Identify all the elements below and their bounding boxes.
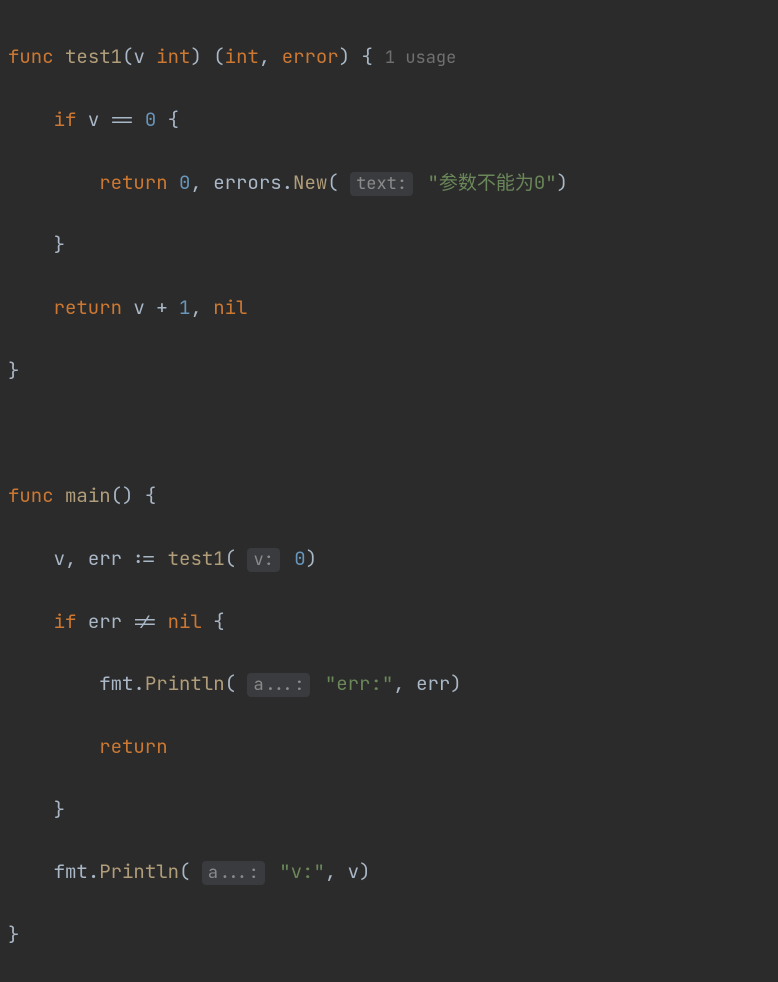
paren: (	[122, 44, 133, 69]
code-line[interactable]: v, err := test1( v: 0)	[8, 543, 778, 574]
keyword-return: return	[54, 295, 122, 320]
assign-op: :=	[133, 546, 156, 571]
comma: ,	[393, 671, 404, 696]
return-type: error	[282, 44, 339, 69]
code-line[interactable]: return 0, errors.New( text: "参数不能为0")	[8, 167, 778, 198]
dot: .	[88, 859, 99, 884]
param-hint-v[interactable]: v:	[247, 548, 279, 572]
var-v: v	[54, 546, 65, 571]
number: 0	[145, 107, 156, 132]
paren: (	[327, 170, 338, 195]
keyword-return: return	[99, 170, 167, 195]
code-line[interactable]: }	[8, 355, 778, 386]
code-line[interactable]: return	[8, 731, 778, 762]
number: 1	[179, 295, 190, 320]
usage-hint[interactable]: 1 usage	[373, 47, 456, 69]
number: 0	[294, 546, 305, 571]
keyword-func: func	[8, 483, 54, 508]
method-println: Println	[99, 859, 179, 884]
paren: ()	[111, 483, 134, 508]
code-line[interactable]: func test1(v int) (int, error) {1 usage	[8, 41, 778, 72]
param-hint-text[interactable]: text:	[350, 172, 413, 196]
operator: +	[156, 295, 167, 320]
keyword-if: if	[54, 107, 77, 132]
dot: .	[282, 170, 293, 195]
keyword-func: func	[8, 44, 54, 69]
paren: )	[359, 859, 370, 884]
comma: ,	[190, 295, 201, 320]
nil: nil	[168, 609, 202, 634]
paren: (	[225, 546, 236, 571]
param-hint-a[interactable]: a...:	[202, 861, 265, 885]
brace: {	[213, 609, 224, 634]
var-err: err	[88, 609, 122, 634]
keyword-if: if	[54, 609, 77, 634]
package-fmt: fmt	[99, 671, 133, 696]
paren: )	[557, 170, 568, 195]
func-call-test1: test1	[168, 546, 225, 571]
code-line[interactable]: fmt.Println( a...: "err:", err)	[8, 668, 778, 699]
var-v: v	[348, 859, 359, 884]
operator: !=	[133, 609, 156, 634]
param-hint-a[interactable]: a...:	[247, 673, 310, 697]
brace: }	[8, 358, 19, 383]
comma: ,	[65, 546, 76, 571]
brace: {	[145, 483, 156, 508]
nil: nil	[213, 295, 247, 320]
code-line[interactable]: }	[8, 229, 778, 260]
code-line[interactable]: fmt.Println( a...: "v:", v)	[8, 856, 778, 887]
string-literal: "v:"	[279, 859, 325, 884]
paren: )	[306, 546, 317, 571]
return-type: int	[225, 44, 259, 69]
paren: (	[213, 44, 224, 69]
code-line[interactable]: if v == 0 {	[8, 104, 778, 135]
func-name-test1: test1	[65, 44, 122, 69]
brace: }	[8, 922, 19, 947]
package-fmt: fmt	[54, 859, 88, 884]
func-name-main: main	[65, 483, 111, 508]
code-line[interactable]: }	[8, 794, 778, 825]
dot: .	[133, 671, 144, 696]
param-type: int	[156, 44, 190, 69]
paren: )	[450, 671, 461, 696]
string-literal: "err:"	[325, 671, 393, 696]
code-line[interactable]: }	[8, 919, 778, 950]
brace: {	[362, 44, 373, 69]
var-err: err	[88, 546, 122, 571]
number: 0	[179, 170, 190, 195]
code-editor[interactable]: func test1(v int) (int, error) {1 usage …	[0, 10, 778, 982]
method-println: Println	[145, 671, 225, 696]
paren: (	[179, 859, 190, 884]
code-line[interactable]: return v + 1, nil	[8, 292, 778, 323]
code-line[interactable]: func main() {	[8, 480, 778, 511]
code-line[interactable]	[8, 417, 778, 448]
string-literal: "参数不能为0"	[427, 170, 556, 195]
paren: (	[225, 671, 236, 696]
operator: ==	[111, 107, 134, 132]
comma: ,	[325, 859, 336, 884]
package-errors: errors	[213, 170, 281, 195]
paren: )	[339, 44, 350, 69]
param-name: v	[133, 44, 144, 69]
var-err: err	[416, 671, 450, 696]
paren: )	[190, 44, 201, 69]
var: v	[88, 107, 99, 132]
keyword-return: return	[99, 734, 167, 759]
comma: ,	[190, 170, 201, 195]
var: v	[133, 295, 144, 320]
method-new: New	[293, 170, 327, 195]
brace: }	[54, 232, 65, 257]
code-line[interactable]: if err != nil {	[8, 606, 778, 637]
brace: }	[54, 797, 65, 822]
comma: ,	[259, 44, 270, 69]
brace: {	[168, 107, 179, 132]
